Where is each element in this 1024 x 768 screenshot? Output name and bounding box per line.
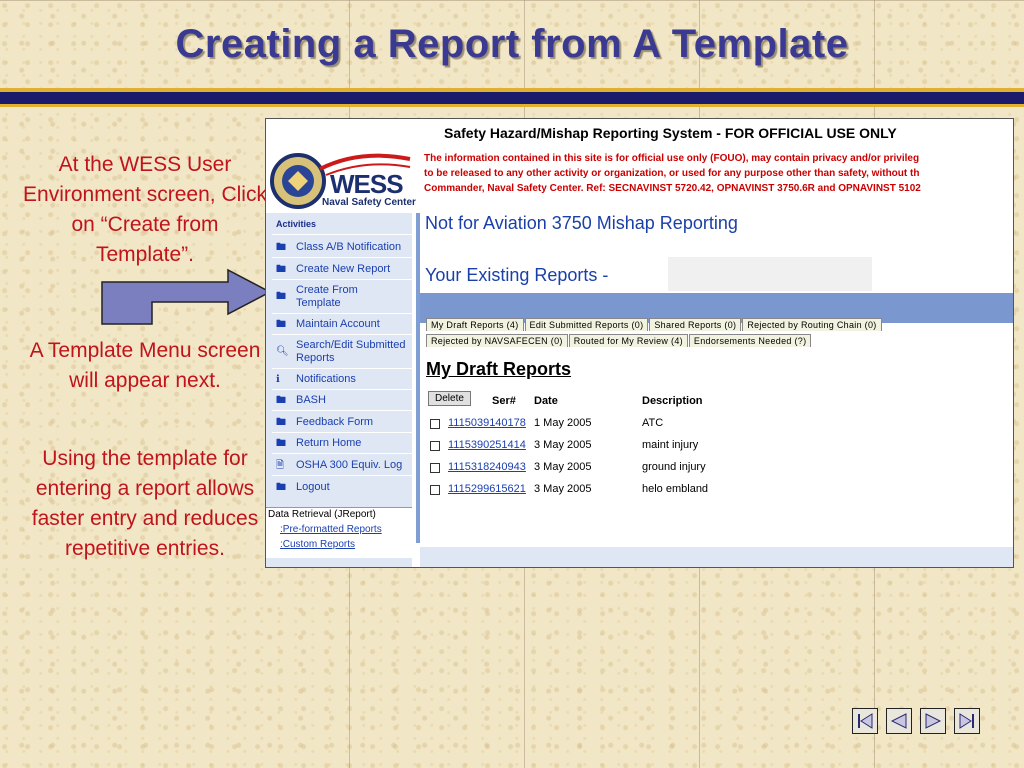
tab-row-1: My Draft Reports (4) Edit Submitted Repor… bbox=[426, 318, 883, 331]
sidebar-heading: Activities bbox=[276, 219, 317, 229]
title-rule-navy bbox=[0, 92, 1024, 104]
report-description: helo embland bbox=[642, 483, 709, 495]
row-checkbox[interactable] bbox=[430, 441, 440, 451]
footer-band bbox=[420, 547, 1013, 567]
divider bbox=[272, 234, 412, 235]
system-title: Safety Hazard/Mishap Reporting System - … bbox=[444, 125, 897, 141]
divider bbox=[272, 279, 412, 280]
tab-edit-submitted-reports[interactable]: Edit Submitted Reports (0) bbox=[524, 318, 649, 331]
divider bbox=[272, 313, 412, 314]
sidebar-item-search-edit-submitted-reports[interactable]: 🔍︎ Search/Edit Submitted Reports bbox=[276, 339, 412, 367]
report-date: 3 May 2005 bbox=[534, 439, 592, 451]
custom-reports-link[interactable]: :Custom Reports bbox=[280, 539, 355, 550]
divider bbox=[272, 334, 412, 335]
not-for-aviation-heading: Not for Aviation 3750 Mishap Reporting bbox=[425, 213, 738, 233]
last-icon[interactable] bbox=[954, 708, 980, 734]
data-retrieval-title: Data Retrieval (JReport) bbox=[268, 509, 376, 520]
delete-button[interactable]: Delete bbox=[428, 391, 471, 406]
tab-endorsements-needed[interactable]: Endorsements Needed (?) bbox=[688, 334, 812, 347]
section-title: My Draft Reports bbox=[426, 359, 572, 379]
tab-rejected-by-navsafecen[interactable]: Rejected by NAVSAFECEN (0) bbox=[426, 334, 568, 347]
report-serial-link[interactable]: 1115318240943 bbox=[448, 461, 526, 473]
folder-icon: 🖿 bbox=[276, 264, 286, 275]
row-checkbox[interactable] bbox=[430, 463, 440, 473]
instruction-text-2: A Template Menu screen will appear next. bbox=[29, 339, 261, 392]
report-date: 1 May 2005 bbox=[534, 417, 592, 429]
sidebar-item-create-from-template[interactable]: 🖿 Create From Template bbox=[276, 284, 412, 312]
fouo-warning: The information contained in this site i… bbox=[424, 151, 1013, 196]
slide-title: Creating a Report from A Template bbox=[175, 22, 849, 66]
divider bbox=[272, 453, 412, 454]
folder-icon: 🖿 bbox=[276, 417, 286, 428]
folder-icon: 🖿 bbox=[276, 291, 286, 302]
info-icon: ℹ bbox=[276, 374, 280, 385]
tab-shared-reports[interactable]: Shared Reports (0) bbox=[649, 318, 742, 331]
previous-icon[interactable] bbox=[886, 708, 912, 734]
folder-icon: 🖿 bbox=[276, 482, 286, 493]
username-blank-box bbox=[668, 257, 872, 291]
activities-sidebar: Activities 🖿 Class A/B Notification 🖿 Cr… bbox=[266, 213, 412, 567]
report-description: ATC bbox=[642, 417, 664, 429]
divider bbox=[272, 257, 412, 258]
warning-line: Commander, Naval Safety Center. Ref: SEC… bbox=[424, 183, 921, 194]
column-header-description: Description bbox=[642, 395, 703, 407]
next-icon[interactable] bbox=[920, 708, 946, 734]
table-row: 1115390251414 3 May 2005 maint injury bbox=[430, 439, 1010, 455]
report-serial-link[interactable]: 1115299615621 bbox=[448, 483, 526, 495]
title-rule-gold-lower bbox=[0, 104, 1024, 107]
folder-icon: 🖿 bbox=[276, 438, 286, 449]
table-row: 1115039140178 1 May 2005 ATC bbox=[430, 417, 1010, 433]
divider bbox=[272, 368, 412, 369]
existing-reports-heading: Your Existing Reports - bbox=[425, 265, 609, 285]
folder-icon: 🖿 bbox=[276, 242, 286, 253]
report-date: 3 May 2005 bbox=[534, 483, 592, 495]
divider bbox=[272, 432, 412, 433]
row-checkbox[interactable] bbox=[430, 419, 440, 429]
folder-icon: 🖿 bbox=[276, 319, 286, 330]
column-header-serial: Ser# bbox=[492, 395, 516, 407]
divider bbox=[272, 475, 412, 476]
folder-icon: 🖿 bbox=[276, 395, 286, 406]
logo-subtext: Naval Safety Center bbox=[322, 197, 416, 208]
warning-line: to be released to any other activity or … bbox=[424, 168, 920, 179]
logo-wordmark: WESS bbox=[330, 169, 404, 199]
report-description: ground injury bbox=[642, 461, 706, 473]
pre-formatted-reports-link[interactable]: :Pre-formatted Reports bbox=[280, 524, 382, 535]
report-serial-link[interactable]: 1115039140178 bbox=[448, 417, 526, 429]
table-row: 1115299615621 3 May 2005 helo embland bbox=[430, 483, 1010, 499]
wess-logo: WESS Naval Safety Center bbox=[270, 145, 416, 215]
first-icon[interactable] bbox=[852, 708, 878, 734]
table-row: 1115318240943 3 May 2005 ground injury bbox=[430, 461, 1010, 477]
instruction-text-3: Using the template for entering a report… bbox=[31, 447, 259, 560]
report-date: 3 May 2005 bbox=[534, 461, 592, 473]
tab-rejected-by-routing-chain[interactable]: Rejected by Routing Chain (0) bbox=[742, 318, 882, 331]
pointer-arrow-icon bbox=[101, 268, 272, 325]
report-serial-link[interactable]: 1115390251414 bbox=[448, 439, 526, 451]
data-retrieval-box: Data Retrieval (JReport) :Pre-formatted … bbox=[266, 507, 412, 558]
tab-my-draft-reports[interactable]: My Draft Reports (4) bbox=[426, 318, 524, 331]
document-icon: 🗎 bbox=[276, 460, 285, 471]
wess-screenshot: Safety Hazard/Mishap Reporting System - … bbox=[265, 118, 1014, 568]
column-header-date: Date bbox=[534, 395, 558, 407]
report-description: maint injury bbox=[642, 439, 699, 451]
draft-reports-panel: My Draft Reports Delete Ser# Date Descri… bbox=[420, 347, 1013, 547]
warning-line: The information contained in this site i… bbox=[424, 153, 920, 164]
row-checkbox[interactable] bbox=[430, 485, 440, 495]
divider bbox=[272, 410, 412, 411]
tab-routed-for-my-review[interactable]: Routed for My Review (4) bbox=[568, 334, 688, 347]
divider bbox=[272, 389, 412, 390]
tab-row-2: Rejected by NAVSAFECEN (0) Routed for My … bbox=[426, 334, 812, 347]
magnifier-icon: 🔍︎ bbox=[276, 346, 289, 357]
